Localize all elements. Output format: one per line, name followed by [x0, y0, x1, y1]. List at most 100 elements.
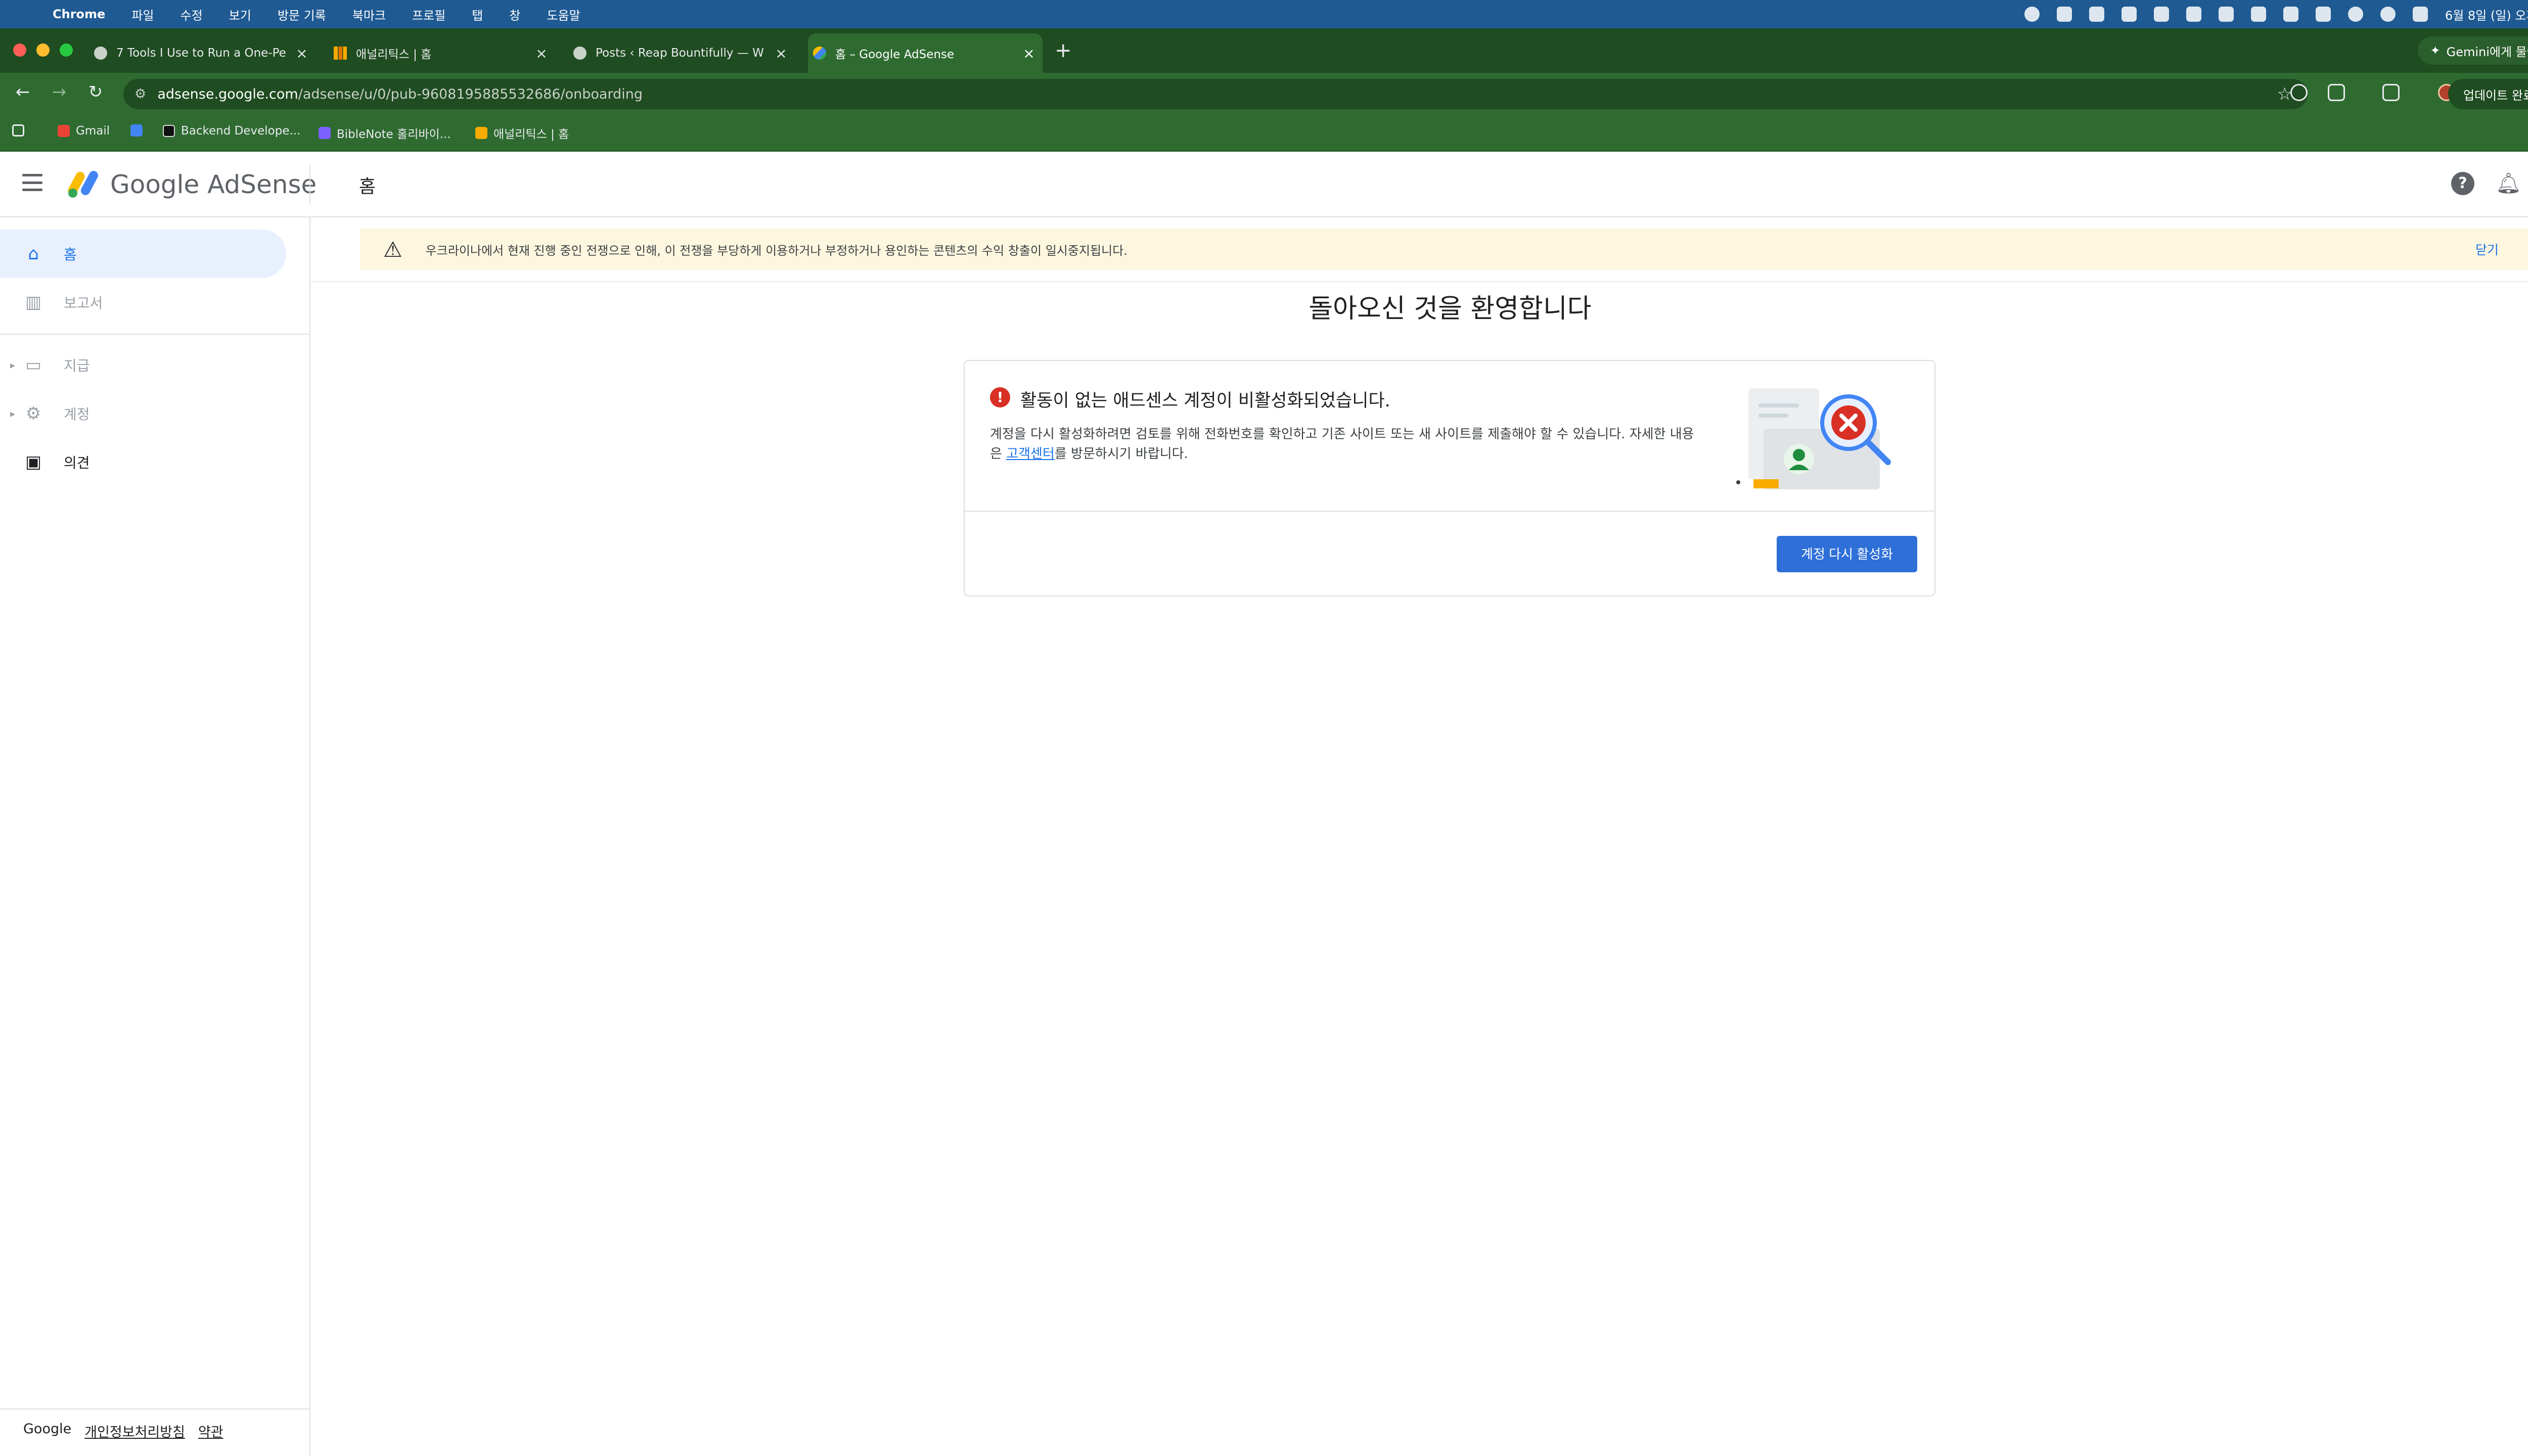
browser-tab-strip: 7 Tools I Use to Run a One-Pe × 애널리틱스 | … [0, 28, 2528, 73]
window-minimize-button[interactable] [36, 43, 50, 57]
biblenote-favicon-icon [319, 127, 331, 139]
tab-close-icon[interactable]: × [774, 45, 789, 62]
sidebar-item-label: 홈 [64, 246, 77, 263]
window-close-button[interactable] [13, 43, 26, 57]
sidebar-item-home[interactable]: ⌂ 홈 [0, 230, 286, 278]
input-method-icon[interactable] [2283, 7, 2298, 22]
password-extension-icon[interactable] [2290, 84, 2308, 101]
control-center-icon[interactable] [2412, 7, 2428, 22]
bird-icon[interactable] [2121, 7, 2137, 22]
cast-tab-icon[interactable] [2382, 84, 2400, 101]
url-host: adsense.google.com [157, 86, 298, 102]
bookmark-2[interactable] [130, 124, 149, 136]
tab-close-icon[interactable]: × [534, 45, 549, 62]
tab-close-icon[interactable]: × [1021, 45, 1036, 62]
help-center-link[interactable]: 고객센터 [1006, 446, 1055, 462]
hamburger-menu-icon[interactable] [22, 174, 42, 191]
window-zoom-button[interactable] [60, 43, 73, 57]
menubar-window[interactable]: 창 [509, 6, 520, 23]
menubar-edit[interactable]: 수정 [180, 6, 202, 23]
help-icon[interactable]: ? [2451, 172, 2474, 195]
menubar-history[interactable]: 방문 기록 [278, 6, 326, 23]
notifications-bell-icon[interactable]: 🔔︎ [2496, 172, 2521, 195]
menubar-view[interactable]: 보기 [229, 6, 251, 23]
screen-record-icon[interactable] [2089, 7, 2104, 22]
password-manager-icon[interactable] [2024, 7, 2040, 22]
reactivate-account-button[interactable]: 계정 다시 활성화 [1777, 536, 1917, 572]
gmail-icon [58, 125, 70, 137]
browser-tab-4[interactable]: 홈 – Google AdSense × [808, 33, 1043, 73]
menubar-app-name[interactable]: Chrome [53, 7, 105, 21]
sidebar-item-label: 보고서 [64, 295, 103, 311]
bookmark-label: Backend Develope... [181, 124, 301, 138]
banner-message: 우크라이나에서 현재 진행 중인 전쟁으로 인해, 이 전쟁을 부당하게 이용하… [425, 243, 1127, 258]
sidebar-footer-divider [0, 1408, 309, 1409]
banner-dismiss-button[interactable]: 닫기 [2475, 240, 2499, 258]
page-title: 홈 [359, 176, 376, 197]
content-divider [310, 281, 2528, 282]
app-header: Google AdSense 홈 ? 🔔︎ [0, 152, 2528, 217]
sidebar-item-label: 의견 [64, 454, 90, 471]
globe-icon [94, 47, 107, 60]
bluetooth-icon[interactable] [2250, 7, 2266, 22]
menubar-file[interactable]: 파일 [131, 6, 154, 23]
header-divider [309, 165, 310, 204]
volume-icon[interactable] [2218, 7, 2234, 22]
tab-title: 애널리틱스 | 홈 [356, 48, 432, 61]
sidebar-item-account[interactable]: ▸ ⚙ 계정 [0, 389, 286, 438]
tab-title: 7 Tools I Use to Run a One-Pe [116, 47, 286, 60]
extensions-puzzle-icon[interactable] [2328, 84, 2345, 101]
card-body-text-end: 를 방문하시기 바랍니다. [1054, 446, 1188, 462]
user-switch-icon[interactable] [2380, 7, 2396, 22]
bookmark-analytics[interactable]: 애널리틱스 | 홈 [475, 124, 569, 142]
back-arrow-icon[interactable]: ← [11, 82, 34, 102]
reload-icon[interactable]: ↻ [84, 82, 107, 102]
backend-favicon-icon [163, 125, 175, 137]
bookmark-favicon-icon [130, 124, 143, 136]
skype-icon[interactable] [2056, 7, 2072, 22]
apps-grid-icon[interactable] [12, 124, 24, 136]
bookmark-backend[interactable]: Backend Develope... [163, 124, 300, 138]
tab-close-icon[interactable]: × [294, 45, 309, 62]
sidebar-item-label: 지급 [64, 357, 90, 374]
bookmark-label: Gmail [76, 124, 110, 138]
menubar-clock[interactable]: 6월 8일 (일) 오후 9:34 [2445, 6, 2528, 23]
card-heading: 활동이 없는 애드센스 계정이 비활성화되었습니다. [1020, 391, 1390, 411]
gemini-button[interactable]: ✦ Gemini에게 물어보기 [2418, 36, 2528, 65]
bookmark-biblenote[interactable]: BibleNote 홀리바이... [319, 124, 451, 142]
update-button[interactable]: 업데이트 완료 ⋮ [2448, 79, 2528, 109]
browser-tab-2[interactable]: 애널리틱스 | 홈 × [329, 33, 555, 73]
privacy-policy-link[interactable]: 개인정보처리방침 [84, 1421, 185, 1441]
bookmark-gmail[interactable]: Gmail [58, 124, 110, 138]
sidebar-item-reports[interactable]: ▥ 보고서 [0, 278, 286, 327]
sidebar-item-payments[interactable]: ▸ ▭ 지급 [0, 341, 286, 389]
forward-arrow-icon[interactable]: → [48, 82, 71, 102]
new-tab-button[interactable]: + [1055, 40, 1072, 61]
spotlight-search-icon[interactable] [2348, 7, 2363, 22]
expand-caret-icon: ▸ [10, 359, 16, 371]
terms-link[interactable]: 약관 [198, 1421, 223, 1441]
menubar-help[interactable]: 도움말 [547, 6, 580, 23]
address-bar[interactable]: ⚙ adsense.google.com/adsense/u/0/pub-960… [123, 79, 2308, 109]
error-icon: ! [990, 387, 1010, 407]
feedback-icon: ▣ [25, 452, 42, 472]
layout-icon[interactable] [2186, 7, 2201, 22]
sidebar-divider [0, 334, 309, 335]
bookmark-label: BibleNote 홀리바이... [337, 128, 451, 141]
bed-icon[interactable] [2153, 7, 2169, 22]
browser-toolbar: ← → ↻ ⚙ adsense.google.com/adsense/u/0/p… [0, 73, 2528, 114]
menubar-tab[interactable]: 탭 [472, 6, 483, 23]
product-name: Google AdSense [110, 170, 317, 199]
card-divider [965, 511, 1934, 512]
card-body: 계정을 다시 활성화하려면 검토를 위해 전화번호를 확인하고 기존 사이트 또… [990, 425, 1698, 464]
browser-tab-1[interactable]: 7 Tools I Use to Run a One-Pe × [89, 33, 315, 73]
site-info-icon[interactable]: ⚙ [134, 86, 146, 102]
bookmarks-bar: Gmail Backend Develope... BibleNote 홀리바이… [0, 114, 2528, 152]
sidebar-item-feedback[interactable]: ▣ 의견 [0, 438, 286, 486]
menubar-bookmarks[interactable]: 북마크 [352, 6, 386, 23]
menubar-profiles[interactable]: 프로필 [412, 6, 445, 23]
wifi-icon[interactable] [2315, 7, 2331, 22]
browser-tab-3[interactable]: Posts ‹ Reap Bountifully — W × [568, 33, 795, 73]
gear-icon: ⚙ [25, 403, 41, 424]
deactivated-account-card: ! 활동이 없는 애드센스 계정이 비활성화되었습니다. 계정을 다시 활성화하… [964, 360, 1935, 597]
